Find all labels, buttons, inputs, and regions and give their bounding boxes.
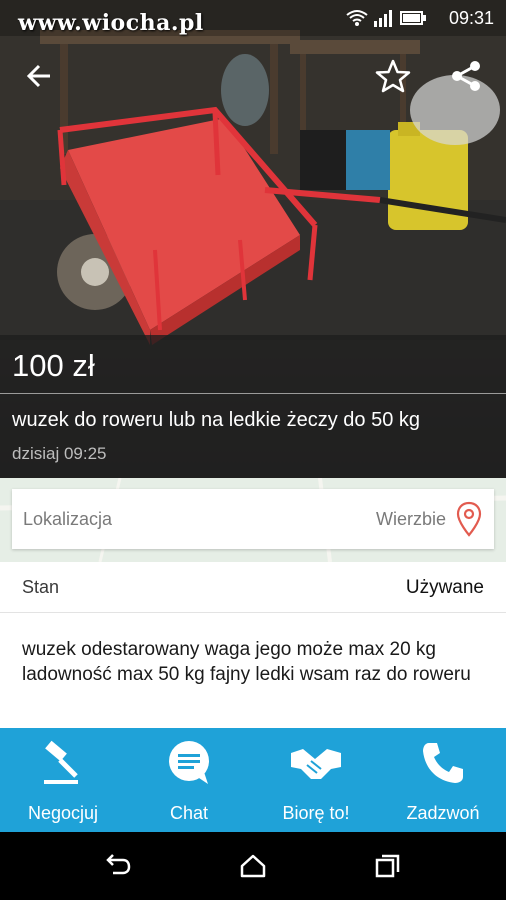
chat-label: Chat: [169, 803, 209, 823]
favorite-button[interactable]: [373, 56, 413, 96]
clock: 09:31: [448, 8, 494, 28]
divider: [0, 612, 506, 613]
buy-button[interactable]: Biorę to!: [253, 728, 379, 832]
call-button[interactable]: Zadzwoń: [380, 728, 506, 832]
location-label: Lokalizacja: [23, 509, 113, 529]
negotiate-label: Negocjuj: [27, 803, 99, 823]
divider: [0, 393, 506, 394]
chat-bubble-icon: [169, 741, 209, 784]
listing-price: 100 zł: [12, 348, 95, 383]
recents-nav-icon: [375, 854, 400, 878]
chat-button[interactable]: Chat: [126, 728, 252, 832]
location-value: Wierzbie: [375, 509, 446, 529]
back-button[interactable]: [19, 56, 59, 96]
action-bar: Negocjuj Chat Biorę to! Zadzwoń: [0, 728, 506, 832]
nav-home-button[interactable]: [233, 850, 273, 882]
watermark: www.wiocha.pl: [18, 10, 204, 36]
buy-label: Biorę to!: [282, 803, 350, 823]
signal-icon: [374, 10, 392, 27]
nav-recents-button[interactable]: [368, 850, 408, 882]
phone-icon: [423, 743, 463, 783]
location-pin-icon: [456, 501, 482, 537]
back-arrow-icon: [26, 64, 50, 88]
call-label: Zadzwoń: [406, 803, 480, 823]
share-icon: [452, 61, 480, 91]
status-bar: www.wiocha.pl 09:31: [0, 0, 506, 36]
battery-icon: [400, 11, 426, 25]
status-icons: [346, 8, 426, 28]
listing-description: wuzek odestarowany waga jego może max 20…: [22, 639, 471, 685]
share-button[interactable]: [446, 56, 486, 96]
handshake-icon: [291, 749, 341, 779]
home-nav-icon: [240, 854, 266, 878]
condition-value: Używane: [405, 577, 484, 598]
screen: www.wiocha.pl 09:31 100 zł wuzek do rowe…: [0, 0, 506, 900]
negotiate-button[interactable]: Negocjuj: [0, 728, 126, 832]
wifi-icon: [346, 10, 368, 26]
listing-title: wuzek do roweru lub na ledkie żeczy do 5…: [12, 409, 421, 431]
gavel-icon: [44, 740, 78, 784]
condition-label: Stan: [22, 577, 60, 597]
star-icon: [375, 59, 411, 93]
nav-back-button[interactable]: [97, 850, 137, 882]
back-nav-icon: [106, 854, 131, 875]
location-row[interactable]: Lokalizacja Wierzbie: [12, 489, 494, 549]
listing-date: dzisiaj 09:25: [12, 444, 107, 463]
system-nav-bar: [0, 832, 506, 900]
